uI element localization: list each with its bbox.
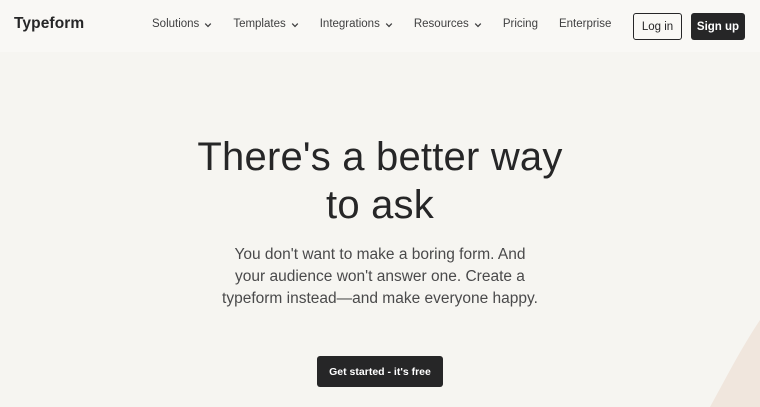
hero-title: There's a better way to ask <box>130 133 630 229</box>
nav-item-pricing[interactable]: Pricing <box>503 18 538 30</box>
nav-item-integrations[interactable]: Integrations <box>320 18 393 30</box>
nav-item-enterprise[interactable]: Enterprise <box>559 18 611 30</box>
nav-item-label: Solutions <box>152 18 200 30</box>
signup-button[interactable]: Sign up <box>691 13 745 40</box>
nav-item-label: Resources <box>413 18 469 30</box>
hero-subtitle: You don't want to make a boring form. An… <box>222 246 538 307</box>
chevron-down-icon <box>474 21 482 29</box>
top-header: Typeform Solutions Templates Integration… <box>0 0 760 52</box>
get-started-button[interactable]: Get started - it's free <box>317 356 443 387</box>
nav-item-label: Pricing <box>502 18 538 30</box>
login-button[interactable]: Log in <box>633 13 682 40</box>
chevron-down-icon <box>291 21 299 29</box>
chevron-down-icon <box>204 21 212 29</box>
main-nav: Solutions Templates Integrations Resourc… <box>152 18 611 30</box>
nav-item-label: Enterprise <box>558 18 612 30</box>
nav-item-label: Integrations <box>319 18 380 30</box>
chevron-down-icon <box>385 21 393 29</box>
decorative-shape <box>710 320 760 407</box>
nav-item-label: Templates <box>233 18 286 30</box>
nav-item-templates[interactable]: Templates <box>233 18 298 30</box>
hero-title-line1: There's a better way <box>197 135 563 179</box>
typeform-logo[interactable]: Typeform <box>14 15 84 33</box>
nav-item-resources[interactable]: Resources <box>414 18 482 30</box>
nav-item-solutions[interactable]: Solutions <box>152 18 212 30</box>
hero-title-line2: to ask <box>326 183 434 227</box>
page: Typeform Solutions Templates Integration… <box>0 0 760 407</box>
